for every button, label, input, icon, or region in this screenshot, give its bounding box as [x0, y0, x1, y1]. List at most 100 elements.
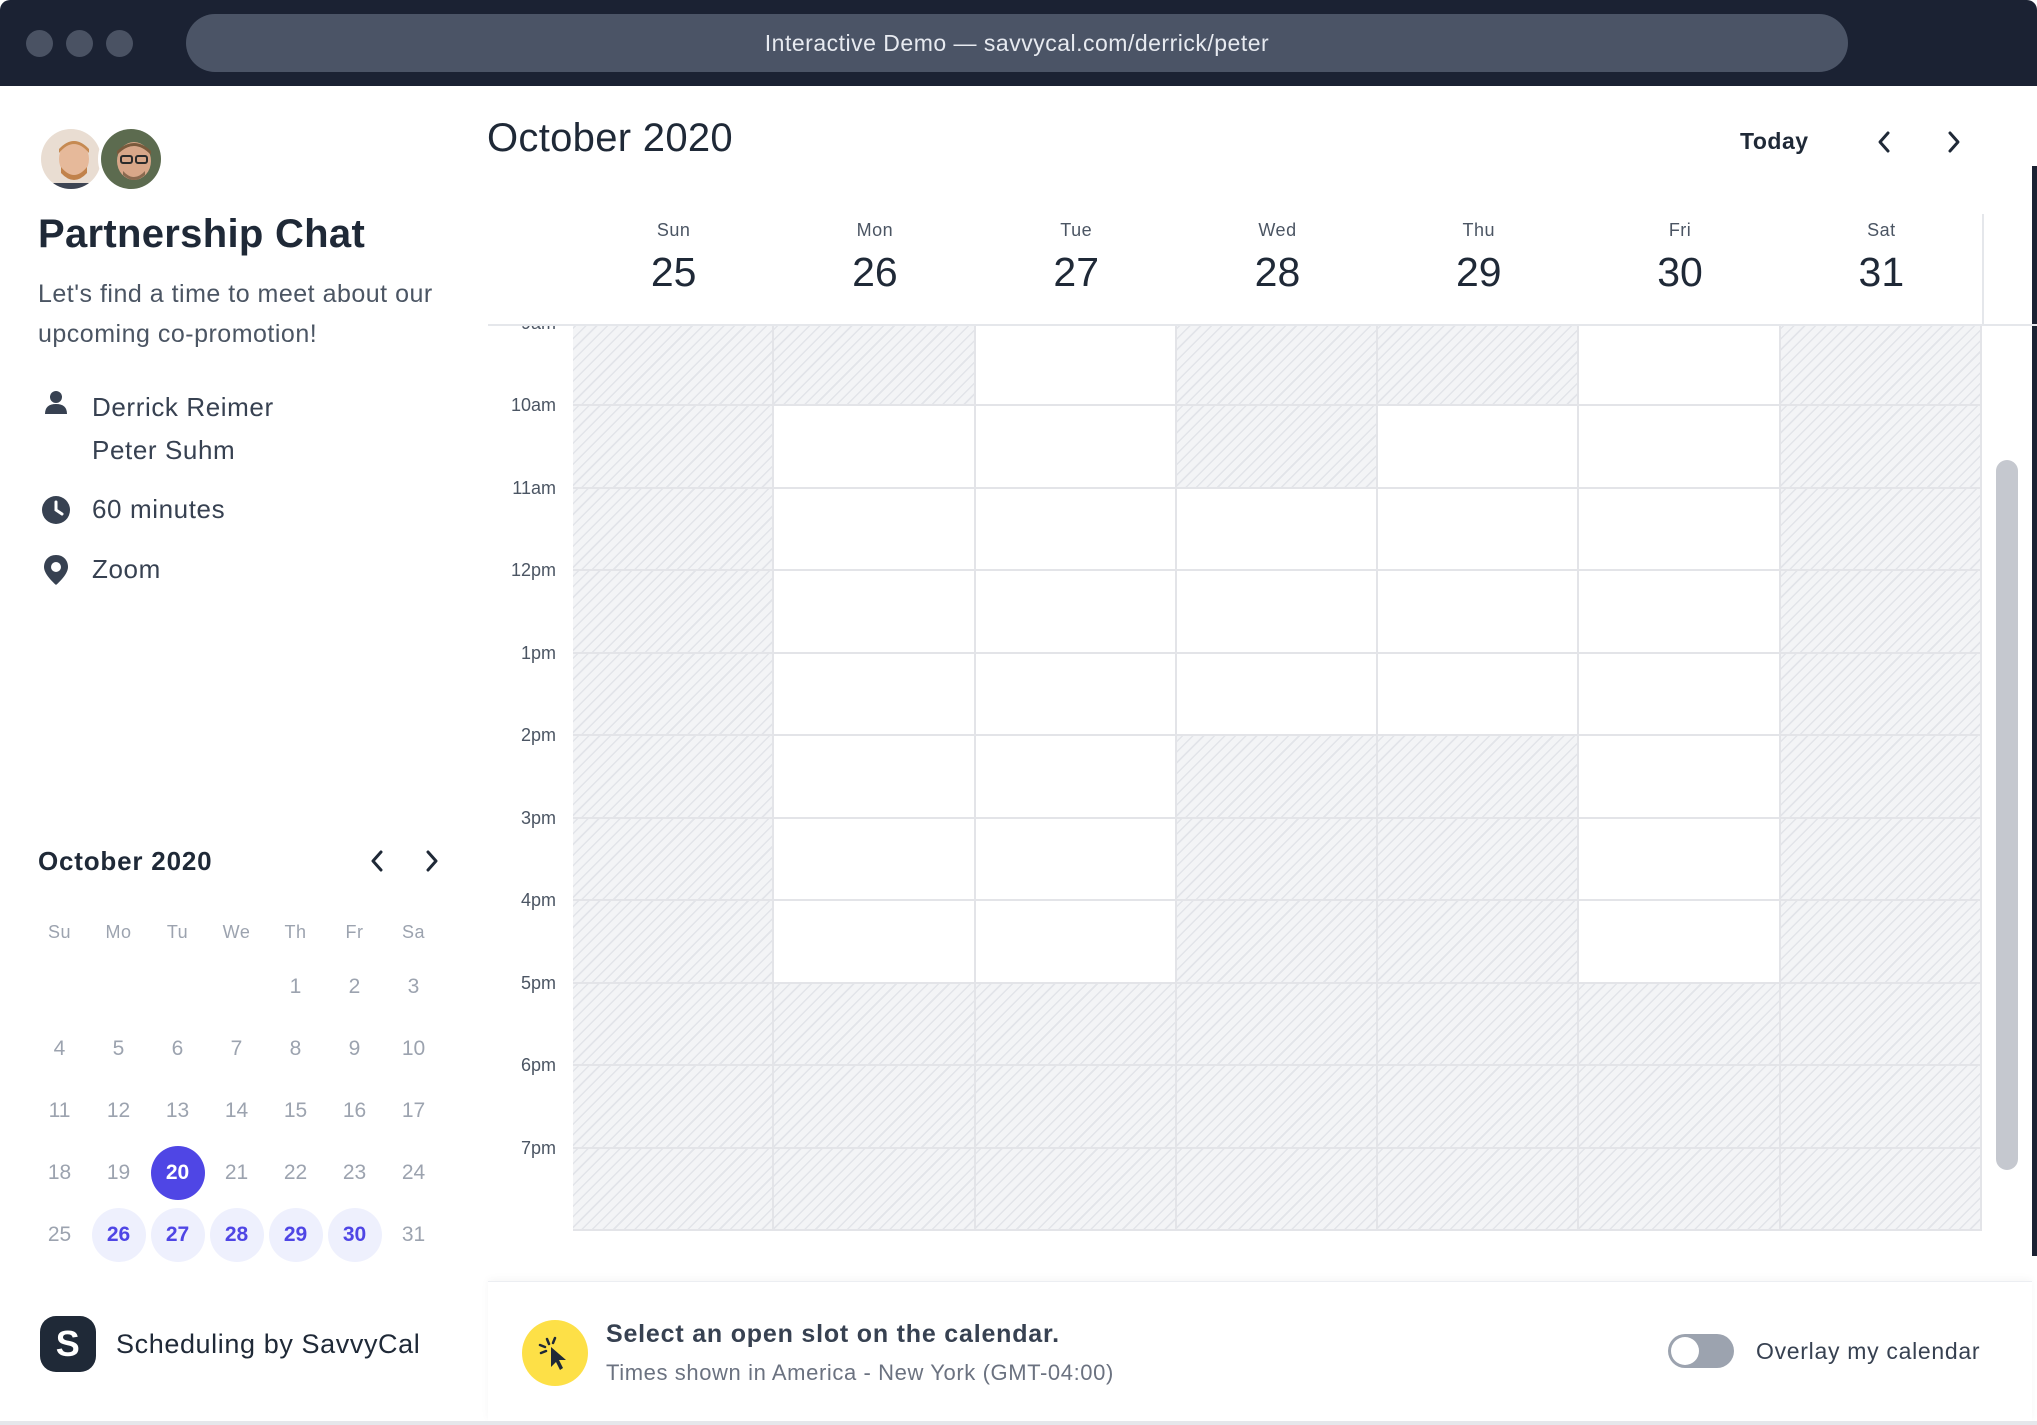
open-time-slot[interactable] [1579, 571, 1781, 654]
window-maximize-dot[interactable] [106, 30, 133, 57]
mini-day: 17 [384, 1080, 443, 1142]
open-time-slot[interactable] [1176, 653, 1379, 736]
duration-row: 60 minutes [40, 494, 225, 526]
overlay-calendar-toggle[interactable] [1668, 1334, 1734, 1368]
unavailable-time-slot [774, 1148, 976, 1231]
open-time-slot[interactable] [774, 571, 976, 654]
open-time-slot[interactable] [774, 406, 976, 489]
open-time-slot[interactable] [975, 818, 1177, 901]
window-close-dot[interactable] [26, 30, 53, 57]
open-time-slot[interactable] [1579, 406, 1781, 489]
open-time-slot[interactable] [1378, 488, 1580, 571]
open-time-slot[interactable] [1378, 406, 1580, 489]
mini-day-available[interactable]: 29 [266, 1204, 325, 1266]
open-time-slot[interactable] [975, 326, 1177, 406]
overlay-calendar-label[interactable]: Overlay my calendar [1756, 1338, 1980, 1365]
mini-day-available[interactable]: 27 [148, 1204, 207, 1266]
day-column-header: Fri 30 [1579, 214, 1780, 296]
cursor-click-icon [522, 1320, 588, 1386]
mini-day-number[interactable]: 27 [150, 1208, 205, 1262]
day-column-header: Sat 31 [1781, 214, 1982, 296]
event-title: Partnership Chat [38, 212, 366, 256]
mini-day-empty [207, 956, 266, 1018]
open-time-slot[interactable] [774, 901, 976, 984]
unavailable-time-slot [975, 1066, 1177, 1149]
open-time-slot[interactable] [1579, 488, 1781, 571]
open-time-slot[interactable] [1378, 571, 1580, 654]
mini-day-available[interactable]: 30 [325, 1204, 384, 1266]
unavailable-time-slot [573, 326, 775, 406]
today-button[interactable]: Today [1740, 128, 1809, 155]
grid-scrollbar[interactable] [1996, 460, 2018, 1170]
mini-day-today: 20 [148, 1142, 207, 1204]
open-time-slot[interactable] [1579, 736, 1781, 819]
footer-instruction: Select an open slot on the calendar. [606, 1320, 1060, 1348]
open-time-slot[interactable] [975, 736, 1177, 819]
window-minimize-dot[interactable] [66, 30, 93, 57]
mini-day: 23 [325, 1142, 384, 1204]
timezone-note[interactable]: Times shown in America - New York (GMT-0… [606, 1360, 1114, 1386]
mini-day-number: 6 [171, 1037, 184, 1060]
open-time-slot[interactable] [975, 488, 1177, 571]
window-title-bar: Interactive Demo — savvycal.com/derrick/… [0, 0, 2037, 86]
mini-day-number: 24 [401, 1161, 426, 1184]
day-number: 29 [1455, 249, 1502, 295]
chevron-right-icon [1948, 131, 1960, 153]
mini-day: 6 [148, 1018, 207, 1080]
open-time-slot[interactable] [774, 736, 976, 819]
unavailable-time-slot [1378, 818, 1580, 901]
mini-calendar-grid: Su Mo Tu We Th Fr Sa 1 2 3 4 5 6 7 8 9 10 11 12 13 14 15 16 17 1… [30, 908, 450, 1266]
mini-day-available[interactable]: 26 [89, 1204, 148, 1266]
mini-day: 24 [384, 1142, 443, 1204]
mini-day: 13 [148, 1080, 207, 1142]
open-time-slot[interactable] [1176, 488, 1379, 571]
mini-prev-month-button[interactable] [360, 844, 394, 878]
open-time-slot[interactable] [1579, 818, 1781, 901]
mini-day: 5 [89, 1018, 148, 1080]
open-time-slot[interactable] [975, 901, 1177, 984]
mini-weekday-label: Tu [166, 921, 189, 942]
unavailable-time-slot [1780, 736, 1982, 819]
mini-day: 10 [384, 1018, 443, 1080]
savvycal-logo-icon: S [40, 1316, 96, 1372]
url-bar[interactable]: Interactive Demo — savvycal.com/derrick/… [186, 14, 1848, 72]
unavailable-time-slot [1378, 1148, 1580, 1231]
mini-day: 3 [384, 956, 443, 1018]
mini-day-number[interactable]: 26 [91, 1208, 146, 1262]
day-number: 30 [1657, 249, 1703, 295]
unavailable-time-slot [1579, 1148, 1781, 1231]
mini-weekday-label: Mo [105, 921, 132, 942]
mini-day-number[interactable]: 28 [209, 1208, 264, 1262]
open-time-slot[interactable] [975, 406, 1177, 489]
open-time-slot[interactable] [774, 818, 976, 901]
open-time-slot[interactable] [1176, 571, 1379, 654]
open-time-slot[interactable] [1579, 653, 1781, 736]
open-time-slot[interactable] [975, 653, 1177, 736]
open-time-slot[interactable] [774, 488, 976, 571]
time-label: 7pm [520, 1137, 556, 1158]
mini-next-month-button[interactable] [415, 844, 449, 878]
unavailable-time-slot [573, 571, 775, 654]
open-time-slot[interactable] [774, 653, 976, 736]
unavailable-time-slot [1176, 1148, 1379, 1231]
mini-day-number[interactable]: 30 [327, 1208, 382, 1262]
unavailable-time-slot [573, 406, 775, 489]
open-time-slot[interactable] [1579, 326, 1781, 406]
mini-day-available[interactable]: 28 [207, 1204, 266, 1266]
unavailable-time-slot [1780, 1066, 1982, 1149]
mini-day-number: 8 [289, 1037, 302, 1060]
open-time-slot[interactable] [1378, 653, 1580, 736]
next-week-button[interactable] [1936, 124, 1972, 160]
mini-calendar-title: October 2020 [38, 846, 213, 876]
branding[interactable]: S Scheduling by SavvyCal [40, 1316, 420, 1372]
prev-week-button[interactable] [1866, 124, 1902, 160]
mini-weekday-label: Sa [401, 921, 426, 942]
unavailable-time-slot [975, 983, 1177, 1066]
week-grid-scroll[interactable]: 8am9am10am11am12pm1pm2pm3pm4pm5pm6pm7pm [488, 326, 1982, 1281]
mini-day-number[interactable]: 29 [268, 1208, 323, 1262]
open-time-slot[interactable] [1579, 901, 1781, 984]
unavailable-time-slot [573, 1066, 775, 1149]
mini-day: 4 [30, 1018, 89, 1080]
unavailable-time-slot [1176, 1066, 1379, 1149]
open-time-slot[interactable] [975, 571, 1177, 654]
